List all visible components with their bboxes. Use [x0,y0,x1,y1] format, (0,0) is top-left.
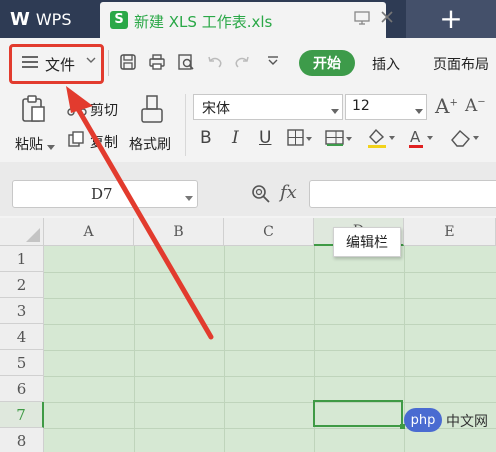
annotation-arrow [66,86,214,340]
